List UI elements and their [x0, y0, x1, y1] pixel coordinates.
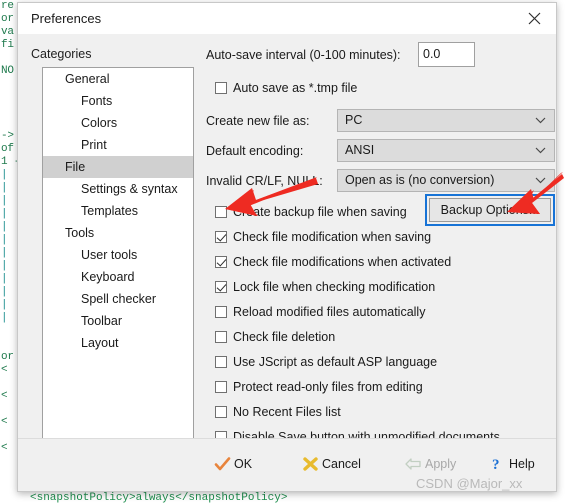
checkbox-label-check-file-modification-when-saving: Check file modification when saving [233, 229, 432, 244]
autosave-interval-label: Auto-save interval (0-100 minutes): [206, 48, 401, 62]
sidebar-item-label: User tools [81, 248, 138, 262]
autosave-interval-input[interactable]: 0.0 [418, 42, 475, 67]
create-new-file-value: PC [345, 113, 363, 127]
chevron-down-icon [535, 170, 546, 191]
invalid-crlf-select[interactable]: Open as is (no conversion) [337, 169, 555, 192]
help-button-label: Help [509, 457, 535, 471]
sidebar-item-layout[interactable]: Layout [43, 332, 193, 354]
checkmark-icon [210, 456, 234, 472]
sidebar-item-templates[interactable]: Templates [43, 200, 193, 222]
sidebar-item-keyboard[interactable]: Keyboard [43, 266, 193, 288]
checkbox-label-check-file-deletion: Check file deletion [233, 329, 336, 344]
help-button[interactable]: ? Help [485, 449, 535, 479]
categories-list[interactable]: General Fonts Colors Print File Settings & sy… [42, 67, 194, 473]
checkbox-box-create-backup-file-when-saving[interactable] [215, 205, 227, 218]
checkbox-box-lock-file-when-checking-modification[interactable] [215, 280, 227, 293]
left-arrow-icon [401, 457, 425, 471]
invalid-crlf-label: Invalid CR/LF, NULL: [206, 174, 323, 188]
checkbox-auto-save-tmp[interactable]: Auto save as *.tmp file [215, 77, 357, 98]
create-new-file-row: Create new file as: [206, 110, 310, 132]
preferences-dialog: Preferences Categories General Fonts Color… [17, 2, 557, 492]
sidebar-item-label: Toolbar [81, 314, 122, 328]
backup-options-button[interactable]: Backup Options... [429, 198, 551, 222]
checkbox-check-file-modifications-when-activated[interactable]: Check file modifications when activated [215, 251, 451, 272]
cancel-button[interactable]: Cancel [298, 449, 361, 479]
sidebar-item-label: Fonts [81, 94, 113, 108]
sidebar-item-tools[interactable]: Tools [43, 222, 193, 244]
sidebar-item-fonts[interactable]: Fonts [43, 90, 193, 112]
chevron-down-icon [535, 110, 546, 131]
checkbox-box-check-file-modification-when-saving[interactable] [215, 230, 227, 243]
sidebar-item-label: Spell checker [81, 292, 157, 306]
sidebar-item-label: Colors [81, 116, 118, 130]
sidebar-item-label: Layout [81, 336, 119, 350]
close-icon[interactable] [512, 3, 556, 34]
sidebar-item-label: Keyboard [81, 270, 135, 284]
checkbox-check-file-modification-when-saving[interactable]: Check file modification when saving [215, 226, 431, 247]
checkbox-use-jscript-as-default-asp-language[interactable]: Use JScript as default ASP language [215, 351, 437, 372]
checkbox-reload-modified-files-automatically[interactable]: Reload modified files automatically [215, 301, 425, 322]
default-encoding-row: Default encoding: [206, 140, 303, 162]
settings-panel: Auto-save interval (0-100 minutes): 0.0 … [206, 34, 556, 491]
apply-button: Apply [401, 449, 456, 479]
default-encoding-value: ANSI [345, 143, 375, 157]
sidebar-item-spell-checker[interactable]: Spell checker [43, 288, 193, 310]
autosave-interval-row: Auto-save interval (0-100 minutes): [206, 44, 401, 66]
checkbox-box-check-file-modifications-when-activated[interactable] [215, 255, 227, 268]
ok-button-label: OK [234, 457, 253, 471]
checkbox-no-recent-files-list[interactable]: No Recent Files list [215, 401, 341, 422]
title-bar: Preferences [18, 3, 556, 34]
sidebar-item-settings-syntax[interactable]: Settings & syntax [43, 178, 193, 200]
ok-button[interactable]: OK [210, 449, 252, 479]
categories-label: Categories [31, 47, 92, 61]
dialog-footer: OK Cancel Apply ? Help [18, 438, 556, 491]
sidebar-item-label: General [65, 72, 110, 86]
sidebar-item-user-tools[interactable]: User tools [43, 244, 193, 266]
invalid-crlf-row: Invalid CR/LF, NULL: [206, 170, 323, 192]
checkbox-box-protect-read-only-files-from-editing[interactable] [215, 380, 227, 393]
checkbox-protect-read-only-files-from-editing[interactable]: Protect read-only files from editing [215, 376, 423, 397]
sidebar-item-label: Templates [81, 204, 138, 218]
invalid-crlf-value: Open as is (no conversion) [345, 173, 495, 187]
svg-text:?: ? [492, 457, 500, 472]
checkbox-label-lock-file-when-checking-modification: Lock file when checking modification [233, 279, 436, 294]
cancel-button-label: Cancel [322, 457, 361, 471]
checkbox-box-use-jscript-as-default-asp-language[interactable] [215, 355, 227, 368]
checkbox-label-reload-modified-files-automatically: Reload modified files automatically [233, 304, 426, 319]
default-encoding-label: Default encoding: [206, 144, 304, 158]
checkbox-check-file-deletion[interactable]: Check file deletion [215, 326, 335, 347]
sidebar-item-colors[interactable]: Colors [43, 112, 193, 134]
checkbox-label-use-jscript-as-default-asp-language: Use JScript as default ASP language [233, 354, 438, 369]
create-new-file-select[interactable]: PC [337, 109, 555, 132]
cross-icon [298, 456, 322, 472]
checkbox-create-backup-file-when-saving[interactable]: Create backup file when saving [215, 201, 407, 222]
checkbox-label-no-recent-files-list: No Recent Files list [233, 404, 341, 419]
checkbox-label-protect-read-only-files-from-editing: Protect read-only files from editing [233, 379, 423, 394]
sidebar-item-toolbar[interactable]: Toolbar [43, 310, 193, 332]
checkbox-label-check-file-modifications-when-activated: Check file modifications when activated [233, 254, 452, 269]
sidebar-item-label: Tools [65, 226, 95, 240]
background-editor-bottom-line: <snapshotPolicy>always</snapshotPolicy> [30, 492, 288, 504]
checkbox-label-auto-save-tmp: Auto save as *.tmp file [233, 80, 358, 95]
apply-button-label: Apply [425, 457, 457, 471]
sidebar-item-label: Settings & syntax [81, 182, 178, 196]
sidebar-item-print[interactable]: Print [43, 134, 193, 156]
chevron-down-icon [535, 140, 546, 161]
checkbox-box-no-recent-files-list[interactable] [215, 405, 227, 418]
sidebar-item-file[interactable]: File [43, 156, 193, 178]
window-title: Preferences [31, 11, 102, 26]
question-mark-icon: ? [485, 456, 509, 472]
checkbox-box-auto-save-tmp[interactable] [215, 81, 227, 94]
create-new-file-label: Create new file as: [206, 114, 310, 128]
sidebar-item-label: File [65, 160, 86, 174]
checkbox-lock-file-when-checking-modification[interactable]: Lock file when checking modification [215, 276, 435, 297]
checkbox-label-create-backup-file-when-saving: Create backup file when saving [233, 204, 407, 219]
checkbox-box-check-file-deletion[interactable] [215, 330, 227, 343]
dialog-body: Categories General Fonts Colors Print File Se… [18, 34, 556, 491]
sidebar-item-label: Print [81, 138, 107, 152]
checkbox-box-reload-modified-files-automatically[interactable] [215, 305, 227, 318]
default-encoding-select[interactable]: ANSI [337, 139, 555, 162]
sidebar-item-general[interactable]: General [43, 68, 193, 90]
